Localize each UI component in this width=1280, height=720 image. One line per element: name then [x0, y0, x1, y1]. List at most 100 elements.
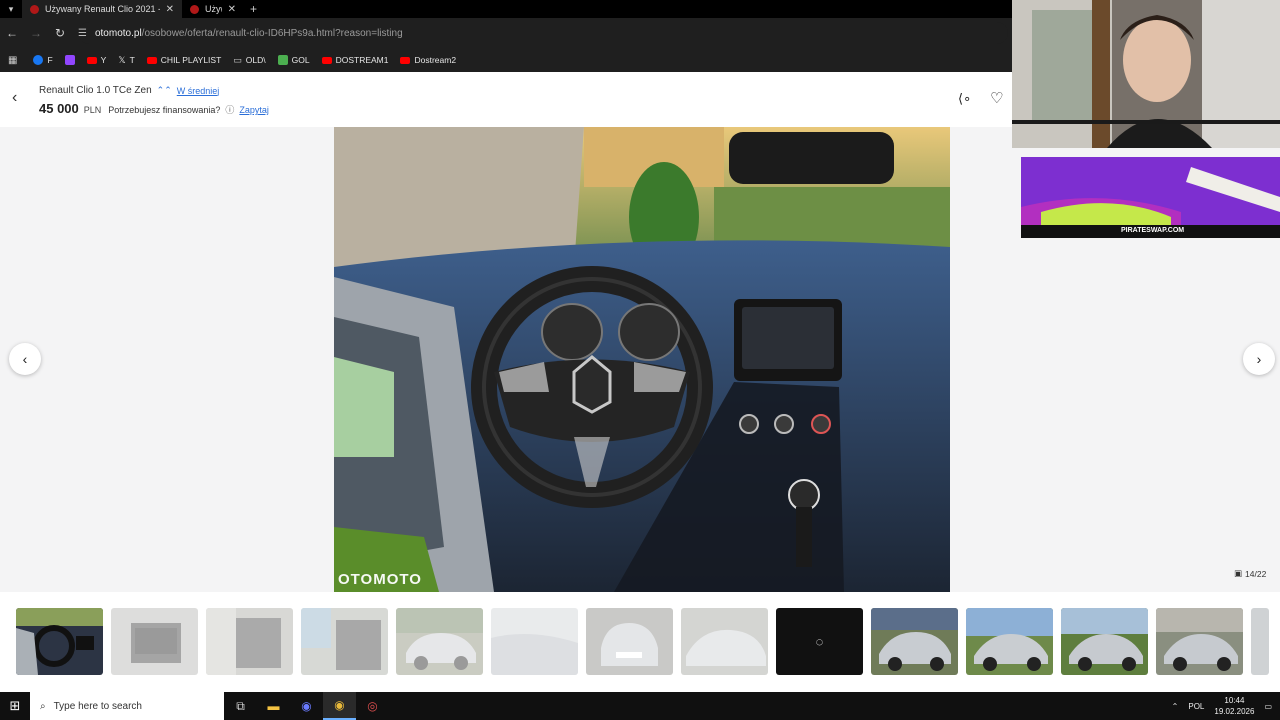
thumbnail[interactable]	[491, 608, 578, 675]
forward-icon[interactable]: →	[24, 26, 48, 40]
youtube-icon	[321, 56, 332, 64]
car-title-row: Renault Clio 1.0 TCe Zen ⌃⌃ W średniej	[39, 85, 219, 96]
photo-gallery: OTOMOTO ‹	[0, 127, 1012, 592]
apps-grid-icon[interactable]: ▦	[8, 55, 17, 66]
otomoto-favicon-icon	[190, 4, 199, 14]
thumbnail[interactable]	[681, 608, 768, 675]
main-photo[interactable]: OTOMOTO	[334, 127, 950, 592]
windows-start-icon[interactable]: ⊞	[0, 698, 30, 714]
bookmark-facebook[interactable]: F	[33, 55, 53, 65]
thumbnail[interactable]	[111, 608, 198, 675]
tab-active[interactable]: Używany Renault Clio 2021 - 4 ✕	[22, 0, 182, 18]
price-evaluation-icon: ⌃⌃	[156, 85, 172, 95]
info-icon[interactable]: ⓘ	[225, 103, 234, 116]
bookmark-twitch[interactable]	[64, 55, 75, 65]
reload-icon[interactable]: ↻	[48, 26, 72, 40]
file-explorer-icon[interactable]: ▬	[257, 692, 290, 720]
thumbnail-image	[966, 608, 1053, 675]
facebook-icon	[33, 55, 44, 65]
thumbnail[interactable]	[871, 608, 958, 675]
bookmark-youtube[interactable]: Y	[86, 55, 107, 65]
bookmark-label: T	[129, 55, 135, 65]
address-bar[interactable]: ☰ otomoto.pl/osobowe/oferta/renault-clio…	[78, 22, 1008, 44]
favorite-heart-icon[interactable]: ♡	[990, 89, 1003, 107]
url-path: /osobowe/oferta/renault-clio-ID6HPs9a.ht…	[141, 27, 403, 39]
bookmark-x[interactable]: 𝕏T	[118, 55, 134, 66]
car-title: Renault Clio 1.0 TCe Zen	[39, 85, 152, 96]
thumbnail[interactable]	[1156, 608, 1243, 675]
thumbnail[interactable]	[16, 608, 103, 675]
x-icon: 𝕏	[118, 54, 126, 65]
youtube-icon	[400, 56, 411, 64]
share-icon[interactable]: ⟨∘	[958, 91, 971, 107]
new-tab-icon[interactable]: +	[244, 2, 257, 16]
ask-finance-link[interactable]: Zapytaj	[239, 105, 269, 115]
bookmark-dostream1[interactable]: DOSTREAM1	[321, 55, 388, 65]
back-icon[interactable]: ←	[0, 26, 24, 40]
clock[interactable]: 10:44 19.02.2026	[1214, 695, 1254, 717]
webcam-image	[1012, 0, 1280, 148]
clock-date: 19.02.2026	[1214, 707, 1255, 716]
otomoto-favicon-icon	[30, 4, 39, 14]
price-evaluation-link[interactable]: W średniej	[177, 86, 220, 96]
photo-counter-text: 14/22	[1245, 568, 1267, 579]
tab-inactive[interactable]: Używa ✕	[182, 0, 244, 18]
youtube-icon	[86, 56, 97, 64]
browser-tab-bar: ▾ Używany Renault Clio 2021 - 4 ✕ Używa …	[0, 0, 1012, 18]
tab-title: Używany Renault Clio 2021 - 4	[45, 4, 160, 14]
screen: ▾ Używany Renault Clio 2021 - 4 ✕ Używa …	[0, 0, 1280, 720]
tab-search-icon[interactable]: ▾	[0, 0, 22, 18]
video-thumbnail[interactable]: ◌	[776, 608, 863, 675]
thumbnail-image	[681, 608, 768, 675]
close-tab-icon[interactable]: ✕	[228, 4, 236, 15]
youtube-icon	[146, 56, 157, 64]
car-interior-photo	[334, 127, 950, 592]
bookmark-label: OLD\	[245, 55, 266, 65]
previous-photo-button[interactable]: ‹	[9, 343, 41, 375]
thumbnail-image	[1156, 608, 1243, 675]
price-value: 45 000	[39, 101, 79, 116]
browser-toolbar: ← → ↻ ☰ otomoto.pl/osobowe/oferta/renaul…	[0, 18, 1012, 48]
thumbnail[interactable]	[586, 608, 673, 675]
thumbnail-partial[interactable]	[1251, 608, 1269, 675]
bookmark-label: Y	[100, 55, 107, 65]
thumbnail[interactable]	[966, 608, 1053, 675]
bookmark-label: CHIL PLAYLIST	[160, 55, 222, 65]
system-tray: ⌃ POL 10:44 19.02.2026 ▭	[1172, 692, 1280, 720]
ad-artwork	[1021, 157, 1280, 238]
otomoto-watermark: OTOMOTO	[338, 571, 422, 588]
task-view-icon[interactable]: ⧉	[224, 692, 257, 720]
notifications-icon[interactable]: ▭	[1264, 702, 1272, 711]
chrome-profile-icon[interactable]: ◉	[290, 692, 323, 720]
thumbnail[interactable]	[206, 608, 293, 675]
taskbar-search-box[interactable]: ⌕ Type here to search	[30, 692, 224, 720]
price-row: 45 000 PLN Potrzebujesz finansowania? ⓘ …	[39, 101, 269, 116]
thumbnail[interactable]	[301, 608, 388, 675]
thumbnail-image	[301, 608, 388, 675]
bookmark-dostream2[interactable]: Dostream2	[400, 55, 456, 65]
chrome-icon[interactable]: ◉	[323, 692, 356, 720]
url-host: otomoto.pl	[94, 27, 142, 39]
windows-taskbar: ⊞ ⌕ Type here to search ⧉ ▬ ◉ ◉ ◎ ⌃ POL …	[0, 692, 1280, 720]
folder-icon: ▭	[233, 54, 242, 65]
tray-expand-icon[interactable]: ⌃	[1172, 702, 1179, 711]
next-photo-button[interactable]: ›	[1243, 343, 1275, 375]
bookmark-folder-old[interactable]: ▭ OLD\	[233, 55, 265, 66]
close-gallery-back-icon[interactable]: ‹	[12, 89, 17, 107]
language-indicator[interactable]: POL	[1188, 702, 1204, 711]
pirateswap-ad-banner[interactable]: PIRATESWAP.COM	[1021, 157, 1280, 238]
streaming-app-icon[interactable]: ◎	[356, 692, 389, 720]
thumbnail-image	[491, 608, 578, 675]
bookmark-label: GOL	[291, 55, 310, 65]
taskbar-search-placeholder: Type here to search	[53, 700, 142, 712]
video-chat-icon: ◌	[815, 634, 824, 649]
bookmark-chil-playlist[interactable]: CHIL PLAYLIST	[146, 55, 222, 65]
site-info-icon[interactable]: ☰	[78, 28, 87, 39]
close-tab-icon[interactable]: ✕	[166, 4, 174, 15]
bookmark-gol[interactable]: GOL	[277, 55, 310, 65]
thumbnail[interactable]	[396, 608, 483, 675]
thumbnail-image	[586, 608, 673, 675]
thumbnail[interactable]	[1061, 608, 1148, 675]
camera-icon: ▣	[1234, 568, 1243, 578]
finance-question: Potrzebujesz finansowania?	[108, 105, 221, 115]
